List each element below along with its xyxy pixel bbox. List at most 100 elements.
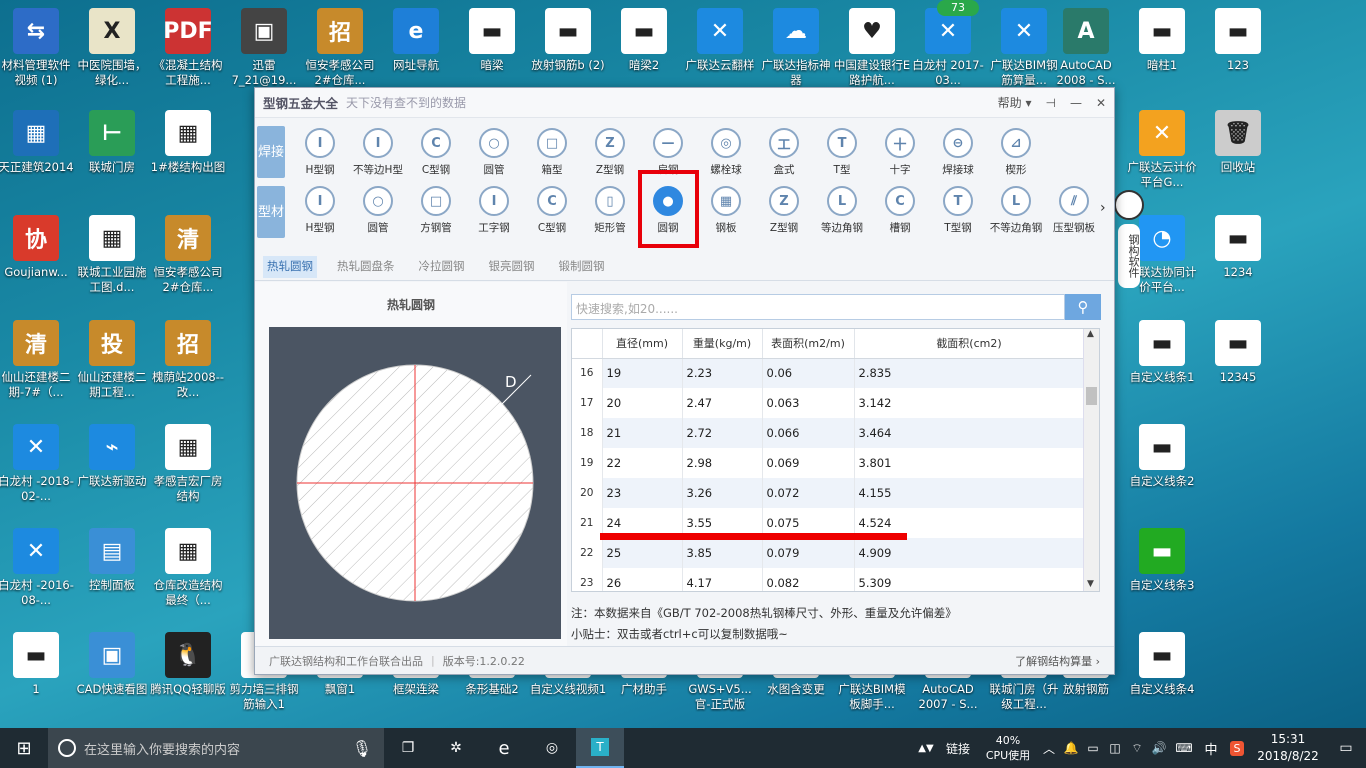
tool-row2-13[interactable]: ⫽ 压型钢板 bbox=[1045, 186, 1103, 235]
keyboard-icon[interactable]: ⌨ bbox=[1170, 728, 1198, 768]
notification-bell-icon[interactable]: 🔔 bbox=[1060, 728, 1082, 768]
desktop-icon[interactable]: ⇆ 材料管理软件视频 (1) bbox=[0, 8, 72, 88]
tool-row2-11[interactable]: T T型钢 bbox=[929, 186, 987, 235]
desktop-icon[interactable]: ▬ 自定义线条3 bbox=[1126, 528, 1198, 593]
category-profile-label[interactable]: 型材 bbox=[257, 186, 285, 238]
toolbar-next-arrow[interactable]: › bbox=[1100, 200, 1106, 216]
desktop-icon[interactable]: 招槐荫站2008--改... bbox=[152, 320, 224, 400]
battery-icon[interactable]: ▭ bbox=[1082, 728, 1104, 768]
tool-row1-10[interactable]: 十十字 bbox=[871, 128, 929, 177]
tool-row1-1[interactable]: I 不等边H型 bbox=[349, 128, 407, 177]
input-language[interactable]: 中 bbox=[1198, 728, 1224, 768]
desktop-icon[interactable]: ♥ 中国建设银行E路护航... bbox=[834, 8, 910, 88]
desktop-icon[interactable]: ▤ 控制面板 bbox=[76, 528, 148, 593]
clock[interactable]: 15:31 2018/8/22 bbox=[1250, 731, 1326, 765]
tool-row2-0[interactable]: I H型钢 bbox=[291, 186, 349, 235]
link-label[interactable]: 链接 bbox=[938, 728, 978, 768]
desktop-icon[interactable]: ▬ 1 bbox=[0, 632, 72, 697]
table-row[interactable]: 17 20 2.47 0.063 3.142 bbox=[572, 388, 1085, 418]
desktop-icon[interactable]: ▬ 暗柱1 bbox=[1126, 8, 1198, 73]
table-row[interactable]: 23 26 4.17 0.082 5.309 bbox=[572, 568, 1085, 591]
desktop-icon[interactable]: ▬ 暗梁 bbox=[456, 8, 528, 73]
desktop-icon[interactable]: ▬ 自定义线条1 bbox=[1126, 320, 1198, 385]
desktop-icon[interactable]: 🗑 回收站 bbox=[1202, 110, 1274, 175]
tool-row2-4[interactable]: C C型钢 bbox=[523, 186, 581, 235]
tool-row1-0[interactable]: I H型钢 bbox=[291, 128, 349, 177]
desktop-icon[interactable]: 清恒安孝感公司2#仓库... bbox=[152, 215, 224, 295]
desktop-icon[interactable]: ✕ 广联达云翻样 bbox=[684, 8, 756, 73]
network-icon[interactable]: ◫ bbox=[1104, 728, 1126, 768]
col-weight[interactable]: 重量(kg/m) bbox=[682, 329, 763, 359]
desktop-icon[interactable]: ▣ 迅雷7_21@19... bbox=[228, 8, 300, 88]
tool-row2-12[interactable]: L 不等边角钢 bbox=[987, 186, 1045, 235]
desktop-icon[interactable]: ☁ 广联达指标神器 bbox=[760, 8, 832, 88]
chevron-up-icon[interactable]: ︿ bbox=[1038, 728, 1060, 768]
search-icon[interactable]: ⚲ bbox=[1065, 294, 1101, 320]
tool-row1-11[interactable]: ⊖ 焊接球 bbox=[929, 128, 987, 177]
desktop-icon[interactable]: ▬ 123 bbox=[1202, 8, 1274, 73]
table-row[interactable]: 22 25 3.85 0.079 4.909 bbox=[572, 538, 1085, 568]
col-section[interactable]: 截面积(cm2) bbox=[854, 329, 1085, 359]
desktop-icon[interactable]: ▦ 孝感吉宏厂房结构 bbox=[152, 424, 224, 504]
col-surface[interactable]: 表面积(m2/m) bbox=[762, 329, 855, 359]
table-row[interactable]: 18 21 2.72 0.066 3.464 bbox=[572, 418, 1085, 448]
minimize-icon[interactable]: — bbox=[1070, 96, 1082, 110]
desktop-icon[interactable]: ▬ 自定义线条2 bbox=[1126, 424, 1198, 489]
learn-more-link[interactable]: 了解钢结构算量 › bbox=[1015, 653, 1100, 669]
tool-row1-8[interactable]: 工盒式 bbox=[755, 128, 813, 177]
desktop-icon[interactable]: 清仙山还建楼二期-7#（... bbox=[0, 320, 72, 400]
tool-row1-3[interactable]: ○ 圆管 bbox=[465, 128, 523, 177]
edge-browser-icon[interactable]: e bbox=[480, 728, 528, 768]
app-swirl-icon[interactable]: ◎ bbox=[528, 728, 576, 768]
desktop-icon[interactable]: 🐧 腾讯QQ轻聊版 bbox=[150, 632, 226, 697]
desktop-icon[interactable]: A AutoCAD 2008 - S... bbox=[1050, 8, 1122, 88]
category-weld-label[interactable]: 焊接 bbox=[257, 126, 285, 178]
steel-app-taskbar-icon[interactable]: T bbox=[576, 728, 624, 768]
desktop-icon[interactable]: ▬ 暗梁2 bbox=[608, 8, 680, 73]
desktop-icon[interactable]: ▬ 自定义线条4 bbox=[1126, 632, 1198, 697]
desktop-icon[interactable]: ▦ 仓库改造结构最终（... bbox=[152, 528, 224, 608]
desktop-icon[interactable]: PDF 《混凝土结构工程施... bbox=[152, 8, 224, 88]
subtab-1[interactable]: 热轧圆盘条 bbox=[333, 256, 399, 278]
table-scrollbar[interactable]: ▲ ▼ bbox=[1083, 329, 1099, 591]
table-row[interactable]: 19 22 2.98 0.069 3.801 bbox=[572, 448, 1085, 478]
desktop-icon[interactable]: ▬ 1234 bbox=[1202, 215, 1274, 280]
subtab-3[interactable]: 银亮圆钢 bbox=[485, 256, 539, 278]
windows-start-icon[interactable]: ⊞ bbox=[0, 728, 48, 768]
desktop-icon[interactable]: 招恒安孝感公司2#仓库... bbox=[304, 8, 376, 88]
tool-row1-7[interactable]: ◎ 螺栓球 bbox=[697, 128, 755, 177]
desktop-icon[interactable]: X 中医院围墙，绿化... bbox=[76, 8, 148, 88]
action-center-icon[interactable]: ▭ bbox=[1326, 728, 1366, 768]
tool-row2-8[interactable]: Z Z型钢 bbox=[755, 186, 813, 235]
desktop-icon[interactable]: ⊢ 联城门房 bbox=[76, 110, 148, 175]
tool-row1-4[interactable]: □ 箱型 bbox=[523, 128, 581, 177]
desktop-icon[interactable]: 协 Goujianw... bbox=[0, 215, 72, 280]
wifi-icon[interactable]: ⌔ bbox=[1126, 728, 1148, 768]
table-row[interactable]: 16 19 2.23 0.06 2.835 bbox=[572, 358, 1085, 388]
tool-row1-12[interactable]: ⊿ 楔形 bbox=[987, 128, 1045, 177]
search-input[interactable]: 快速搜索,如20...... bbox=[571, 294, 1065, 320]
desktop-icon[interactable]: ▣ CAD快速看图 bbox=[76, 632, 148, 697]
tool-row1-2[interactable]: C C型钢 bbox=[407, 128, 465, 177]
desktop-icon[interactable]: ✕ 白龙村 -2016-08-... bbox=[0, 528, 74, 608]
col-diameter[interactable]: 直径(mm) bbox=[602, 329, 683, 359]
desktop-icon[interactable]: ▦ 1#楼结构出图 bbox=[151, 110, 225, 175]
desktop-icon[interactable]: 投仙山还建楼二期工程... bbox=[76, 320, 148, 400]
mascot-widget[interactable]: 钢构软件 bbox=[1114, 190, 1144, 300]
subtab-0[interactable]: 热轧圆钢 bbox=[263, 256, 317, 278]
desktop-icon[interactable]: ▬ 放射钢筋b (2) bbox=[531, 8, 605, 73]
task-view-icon[interactable]: ❐ bbox=[384, 728, 432, 768]
desktop-icon[interactable]: ▬ 12345 bbox=[1202, 320, 1274, 385]
tool-row2-1[interactable]: ○ 圆管 bbox=[349, 186, 407, 235]
fan-app-icon[interactable]: ✲ bbox=[432, 728, 480, 768]
table-row[interactable]: 20 23 3.26 0.072 4.155 bbox=[572, 478, 1085, 508]
microphone-icon[interactable]: 🎙 bbox=[352, 739, 372, 758]
tool-row1-9[interactable]: T T型 bbox=[813, 128, 871, 177]
taskbar-search[interactable]: 在这里输入你要搜索的内容 🎙 bbox=[48, 728, 384, 768]
desktop-icon[interactable]: ▦ 天正建筑2014 bbox=[0, 110, 74, 175]
desktop-icon[interactable]: ✕ 白龙村 2017-03... bbox=[912, 8, 984, 88]
tool-row2-10[interactable]: C 槽钢 bbox=[871, 186, 929, 235]
subtab-4[interactable]: 锻制圆钢 bbox=[555, 256, 609, 278]
close-icon[interactable]: ✕ bbox=[1096, 96, 1106, 110]
desktop-icon[interactable]: e 网址导航 bbox=[380, 8, 452, 73]
